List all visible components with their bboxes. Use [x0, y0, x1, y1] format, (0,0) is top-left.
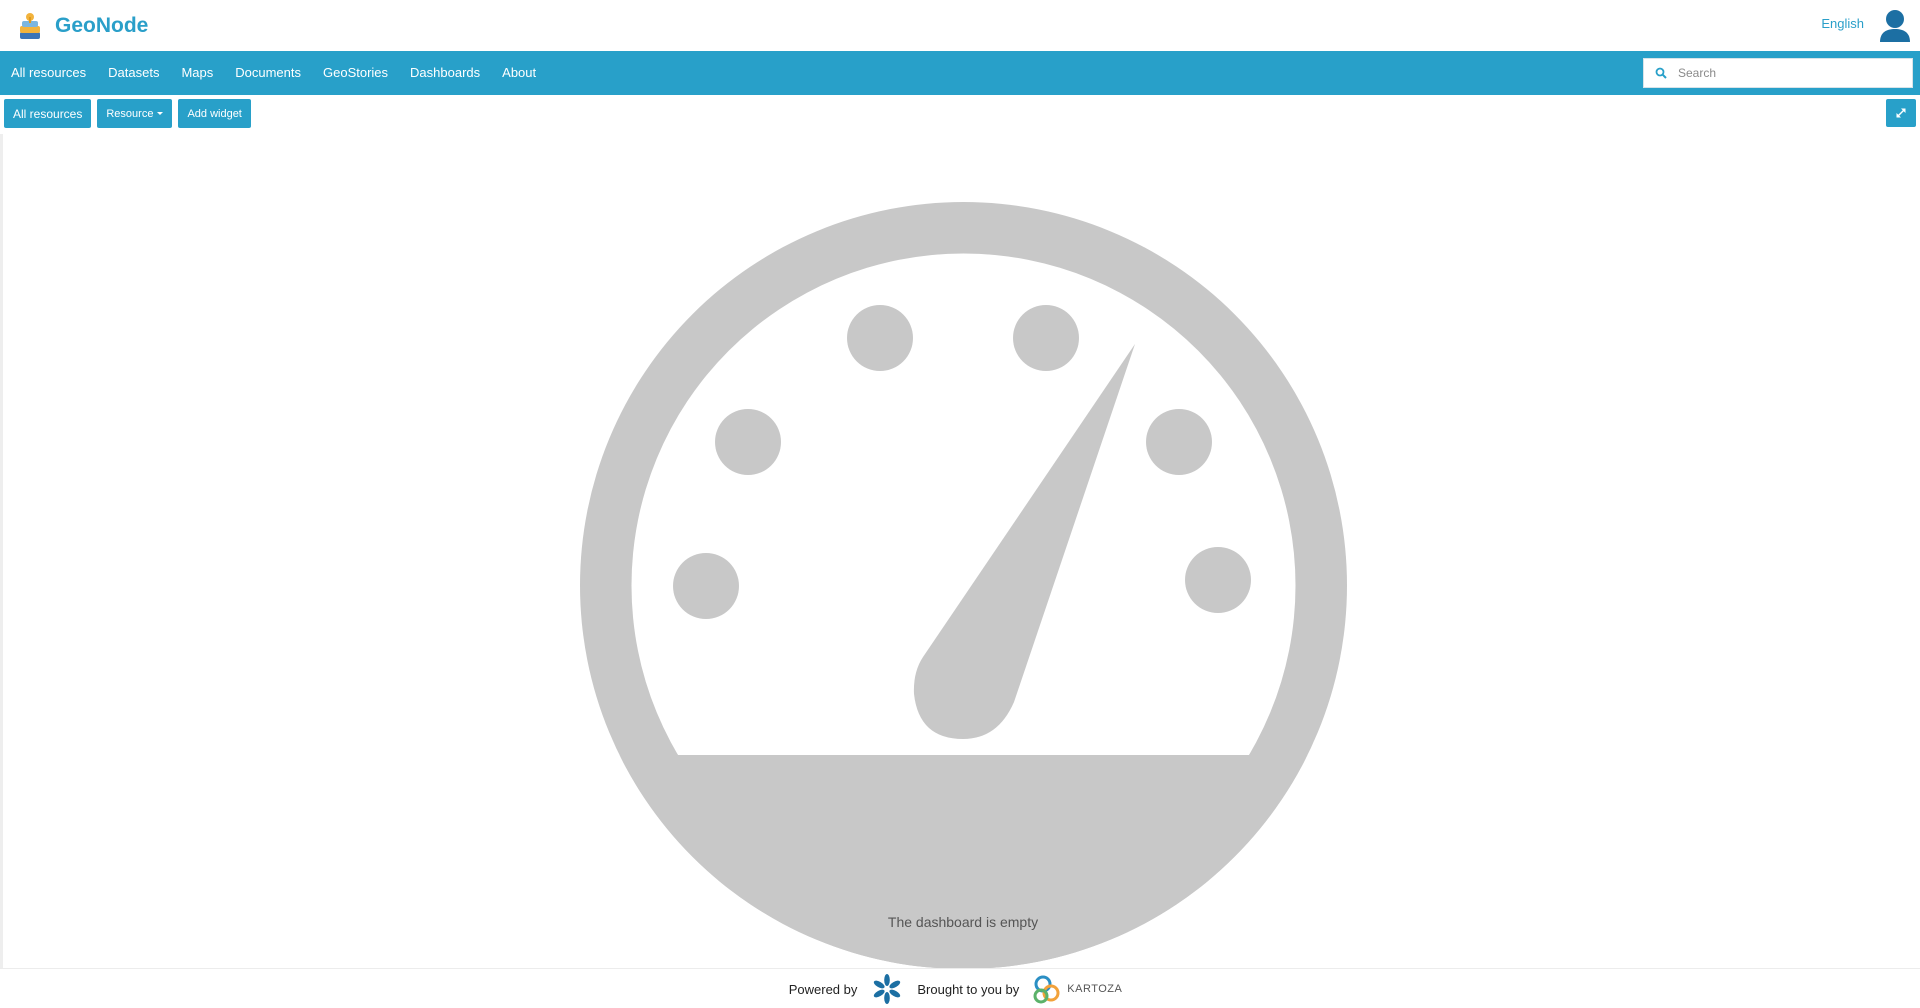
dashboard-canvas: The dashboard is empty [0, 134, 1920, 969]
footer-credits: Powered by Brought to you by KARTOZA [0, 974, 1920, 1004]
search-box [1643, 58, 1913, 88]
language-selector[interactable]: English [1821, 16, 1864, 31]
dashboard-gauge-icon [580, 202, 1347, 969]
empty-dashboard-message: The dashboard is empty [887, 914, 1039, 930]
expand-icon [1896, 108, 1906, 118]
resource-dropdown-button[interactable]: Resource [97, 99, 173, 128]
brought-by-label: Brought to you by [917, 981, 1020, 997]
search-icon[interactable] [1644, 59, 1678, 87]
kartoza-logo[interactable]: KARTOZA [1031, 972, 1131, 1006]
top-header: GeoNode English [0, 0, 1920, 51]
nav-item-about[interactable]: About [491, 51, 547, 95]
add-widget-button[interactable]: Add widget [178, 99, 251, 128]
powered-by-label: Powered by [788, 981, 858, 997]
nav-item-all-resources[interactable]: All resources [0, 51, 97, 95]
nav-item-documents[interactable]: Documents [224, 51, 312, 95]
user-avatar-icon[interactable] [1878, 8, 1912, 44]
geonode-flower-icon[interactable] [869, 974, 905, 1004]
page-footer: Powered by Brought to you by KARTOZA [0, 968, 1920, 1008]
all-resources-button[interactable]: All resources [4, 99, 92, 128]
search-input[interactable] [1678, 60, 1903, 86]
main-navbar: All resources Datasets Maps Documents Ge… [0, 51, 1920, 95]
fullscreen-button[interactable] [1886, 99, 1916, 127]
kartoza-name: KARTOZA [1067, 983, 1123, 995]
caret-down-icon [157, 112, 164, 115]
nav-item-dashboards[interactable]: Dashboards [399, 51, 491, 95]
resource-dropdown-label: Resource [106, 107, 154, 120]
kartoza-mark-icon [1033, 975, 1060, 1004]
nav-item-geostories[interactable]: GeoStories [312, 51, 399, 95]
dashboard-toolbar: All resources Resource Add widget [4, 99, 251, 128]
brand-name: GeoNode [55, 14, 149, 37]
brand[interactable]: GeoNode [14, 10, 148, 42]
nav-item-maps[interactable]: Maps [170, 51, 224, 95]
nav-item-datasets[interactable]: Datasets [97, 51, 170, 95]
nav-menu: All resources Datasets Maps Documents Ge… [0, 51, 547, 95]
geonode-logo-icon [20, 13, 40, 39]
